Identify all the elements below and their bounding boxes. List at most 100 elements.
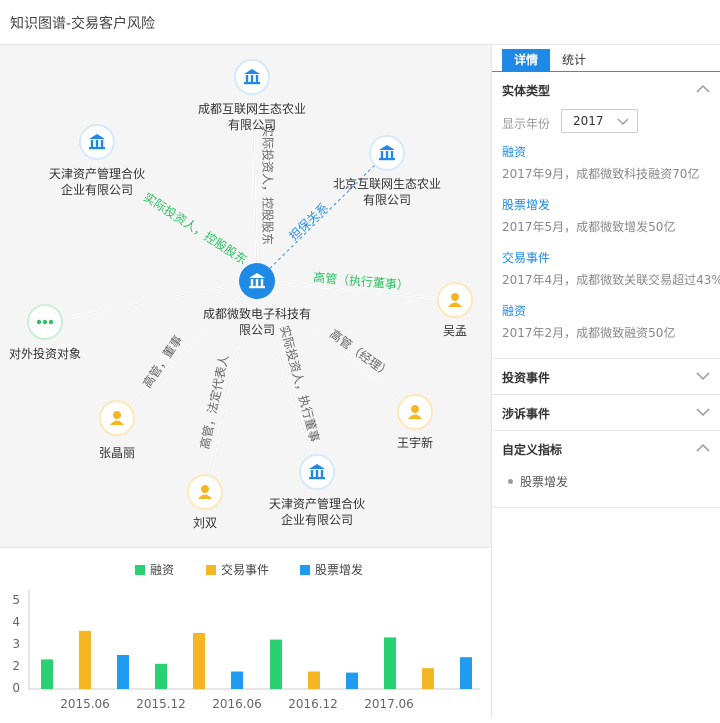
event-item: 融资 2017年9月，成都微致科技融资70亿 — [492, 137, 720, 190]
legend-label[interactable]: 融资 — [150, 563, 174, 577]
event-chart: 融资 交易事件 股票增发 0 2 3 4 5 2015.06 2015.12 2016.06 2016… — [0, 547, 491, 718]
bar[interactable] — [460, 657, 472, 689]
x-tick-label: 2015.12 — [136, 697, 186, 711]
edge-label: 实际投资人，控股股东 — [261, 125, 276, 245]
node-label: 张晶丽 — [99, 446, 135, 460]
edge-label: 高管，董事 — [139, 332, 185, 390]
node-label: 吴孟 — [443, 324, 467, 338]
graph-node[interactable]: 对外投资对象 — [9, 304, 81, 361]
bar[interactable] — [270, 639, 282, 689]
litigation-section: 涉诉事件 — [492, 395, 720, 431]
graph-canvas[interactable]: 实际投资人，控股股东实际投资人，控股股东 担保关系高管（执行董事） 高管（经理） 高管… — [0, 45, 491, 547]
y-tick-label: 0 — [12, 681, 20, 695]
y-tick-label: 2 — [12, 659, 20, 673]
bar[interactable] — [117, 655, 129, 689]
investment-title: 投资事件 — [502, 371, 551, 385]
detail-panel: 详情 统计 实体类型 显示年份 2017 融资 2017年9月，成都微致科技融资… — [491, 45, 720, 718]
year-row: 显示年份 2017 — [492, 107, 720, 137]
custom-metric-label: 股票增发 — [520, 475, 569, 489]
edge-label: 实际投资人，执行董事 — [277, 324, 323, 444]
edge-label: 担保关系 — [286, 200, 331, 243]
graph-edge-line — [116, 280, 258, 419]
legend-swatch — [300, 565, 310, 575]
bar[interactable] — [422, 668, 434, 689]
node-label: 有限公司 — [363, 193, 411, 207]
year-select-value: 2017 — [573, 114, 604, 128]
chevron-down-icon[interactable] — [696, 407, 710, 417]
year-label: 显示年份 — [502, 117, 551, 131]
x-tick-label: 2016.12 — [288, 697, 338, 711]
node-label: 天津资产管理合伙 — [269, 496, 365, 511]
panel-tabs: 详情 统计 — [492, 45, 720, 72]
event-desc: 2017年2月，成都微致融资50亿 — [502, 326, 676, 340]
legend-label[interactable]: 交易事件 — [221, 562, 269, 577]
edge-label: 高管（执行董事） — [313, 269, 410, 292]
bar[interactable] — [41, 659, 53, 689]
legend-swatch — [206, 565, 216, 575]
knowledge-graph[interactable]: 实际投资人，控股股东 实际投资人，控股股东 担保关系 高管（执行董事） 高管（经理） 高管… — [0, 45, 491, 547]
graph-node[interactable]: 北京互联网生态农业有限公司 — [333, 135, 441, 207]
event-type-link[interactable]: 融资 — [502, 143, 526, 160]
graph-node[interactable]: 天津资产管理合伙企业有限公司 — [269, 454, 365, 527]
bar[interactable] — [79, 630, 91, 689]
bar[interactable] — [155, 663, 167, 689]
title-bar: 知识图谱-交易客户风险 — [0, 0, 720, 45]
graph-node[interactable]: 天津资产管理合伙企业有限公司 — [49, 124, 145, 197]
event-type-link[interactable]: 交易事件 — [502, 249, 550, 266]
chevron-up-icon[interactable] — [696, 443, 710, 453]
event-item: 交易事件 2017年4月，成都微致关联交易超过43% — [492, 243, 720, 296]
investment-section: 投资事件 — [492, 359, 720, 395]
entity-type-header[interactable]: 实体类型 — [492, 72, 720, 107]
bar[interactable] — [308, 671, 320, 690]
y-tick-label: 3 — [12, 637, 20, 651]
x-tick-label: 2016.06 — [212, 697, 262, 711]
chevron-up-icon[interactable] — [696, 84, 710, 94]
y-tick-label: 4 — [12, 615, 20, 629]
bar[interactable] — [193, 633, 205, 689]
graph-node[interactable]: 王宇新 — [397, 394, 433, 450]
x-tick-label: 2017.06 — [364, 697, 414, 711]
tab-stats[interactable]: 统计 — [554, 49, 594, 72]
edge-label: 实际投资人，控股股东 — [141, 189, 250, 267]
entity-type-section: 实体类型 显示年份 2017 融资 2017年9月，成都微致科技融资70亿 股票… — [492, 72, 720, 359]
x-tick-label: 2015.06 — [60, 697, 110, 711]
investment-header[interactable]: 投资事件 — [492, 359, 720, 394]
event-type-link[interactable]: 股票增发 — [502, 196, 550, 213]
custom-metric-title: 自定义指标 — [502, 443, 563, 457]
node-label: 刘双 — [193, 516, 217, 530]
left-pane: 实际投资人，控股股东 实际投资人，控股股东 担保关系 高管（执行董事） 高管（经理） 高管… — [0, 45, 491, 718]
node-label: 企业有限公司 — [281, 512, 353, 527]
custom-metric-item[interactable]: 股票增发 — [492, 466, 720, 506]
year-select[interactable]: 2017 — [561, 109, 638, 133]
event-desc: 2017年5月，成都微致增发50亿 — [502, 220, 676, 234]
custom-metric-header[interactable]: 自定义指标 — [492, 431, 720, 466]
node-label: 对外投资对象 — [9, 346, 81, 361]
litigation-header[interactable]: 涉诉事件 — [492, 395, 720, 430]
chevron-down-icon[interactable] — [696, 371, 710, 381]
event-type-link[interactable]: 融资 — [502, 302, 526, 319]
custom-metric-section: 自定义指标 股票增发 — [492, 431, 720, 508]
graph-edge-line — [256, 280, 416, 413]
node-label: 北京互联网生态农业 — [333, 177, 441, 191]
event-item: 股票增发 2017年5月，成都微致增发50亿 — [492, 190, 720, 243]
graph-node[interactable]: 张晶丽 — [99, 400, 135, 460]
more-icon — [36, 319, 54, 325]
bar[interactable] — [346, 672, 358, 689]
graph-node[interactable]: 吴孟 — [437, 282, 473, 338]
entity-type-title: 实体类型 — [502, 84, 551, 98]
tab-details[interactable]: 详情 — [502, 49, 550, 72]
event-desc: 2017年9月，成都微致科技融资70亿 — [502, 167, 700, 181]
bar[interactable] — [231, 671, 243, 690]
node-label: 天津资产管理合伙 — [49, 166, 145, 181]
chevron-down-icon — [617, 118, 629, 125]
graph-node[interactable]: 刘双 — [187, 474, 223, 530]
event-item: 融资 2017年2月，成都微致融资50亿 — [492, 296, 720, 349]
bar[interactable] — [384, 637, 396, 689]
legend-label[interactable]: 股票增发 — [315, 562, 363, 577]
edge-label: 高管，法定代表人 — [197, 353, 232, 450]
bullet-dot — [508, 479, 513, 484]
y-tick-label: 5 — [12, 593, 20, 607]
center-node[interactable]: 成都微致电子科技有限公司 — [203, 263, 311, 337]
node-label: 企业有限公司 — [61, 182, 133, 197]
node-label: 王宇新 — [397, 435, 433, 450]
